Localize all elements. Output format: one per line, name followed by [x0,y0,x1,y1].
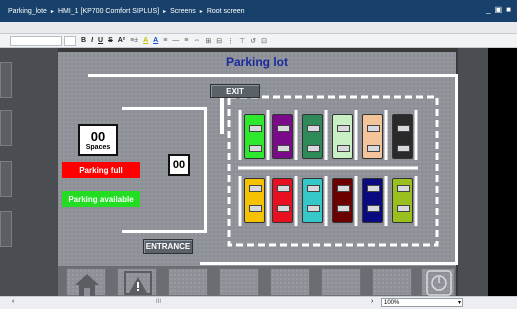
parking-slot-car[interactable] [272,178,293,223]
nav-slot[interactable] [321,268,361,296]
scroll-right-button[interactable]: › [371,298,373,305]
hmi-editor-window: { "window": { "breadcrumb": ["Parking_lo… [0,0,517,309]
scroll-left-button[interactable]: ‹ [12,298,14,305]
parking-slot-car[interactable] [332,114,353,159]
parking-slot-car[interactable] [272,114,293,159]
parking-slot-car[interactable] [244,178,265,223]
canvas-edge [488,48,517,296]
power-icon [426,270,452,296]
nav-slot[interactable] [168,268,208,296]
chevron-down-icon: ▾ [457,300,461,306]
scroll-thumb[interactable]: III [156,299,161,305]
entry-counter[interactable]: 00 [168,154,190,176]
spaces-counter[interactable]: 00 Spaces [78,124,118,156]
parking-full-indicator: Parking full [62,162,140,178]
parking-slot-car[interactable] [302,114,323,159]
parking-slot-car[interactable] [362,178,383,223]
zoom-select[interactable]: 100% ▾ [381,298,463,307]
parking-slot-car[interactable] [332,178,353,223]
parking-slot-car[interactable] [362,114,383,159]
home-button[interactable] [66,268,106,296]
spaces-label: Spaces [85,144,111,151]
parking-slot-car[interactable] [392,114,413,159]
parking-slot-car[interactable] [302,178,323,223]
nav-slot[interactable] [372,268,412,296]
power-button[interactable] [421,268,455,296]
parking-slot-car[interactable] [392,178,413,223]
nav-slot[interactable] [270,268,310,296]
parking-slot-car[interactable] [244,114,265,159]
zoom-value: 100% [384,300,400,306]
nav-slot[interactable] [219,268,259,296]
exit-button[interactable]: EXIT [210,84,260,98]
spaces-value: 00 [90,129,106,144]
home-icon [75,274,99,296]
alarm-button[interactable] [117,268,157,296]
entrance-button[interactable]: ENTRANCE [143,239,193,254]
parking-available-indicator: Parking available [62,191,140,207]
alarm-warning-icon [124,271,152,295]
